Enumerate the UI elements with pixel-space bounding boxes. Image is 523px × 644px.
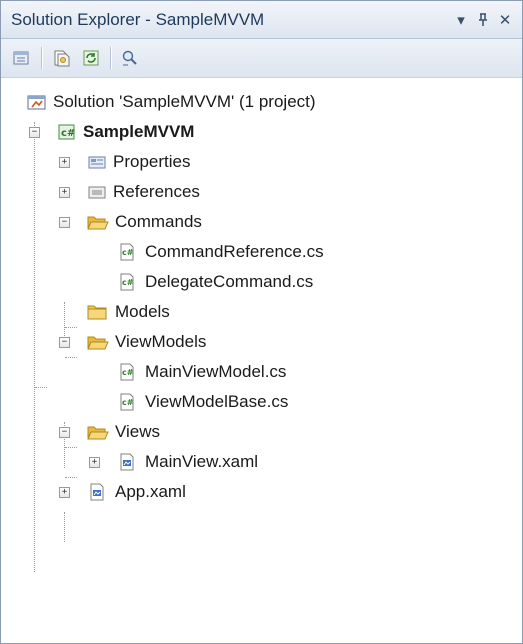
xaml-file-icon [87, 483, 107, 501]
tree-item-label: References [113, 182, 200, 201]
tree-item-models-folder[interactable]: Models [1, 297, 522, 327]
tree-connector [64, 512, 65, 542]
tree-item-label: Commands [115, 212, 202, 231]
tree-item-label: CommandReference.cs [145, 242, 324, 261]
open-folder-icon [87, 423, 109, 441]
svg-text:c#: c# [61, 128, 75, 139]
csharp-file-icon: c# [117, 243, 137, 261]
properties-icon[interactable] [9, 45, 35, 71]
close-icon[interactable]: ✕ [494, 9, 516, 31]
tree-item-label: MainView.xaml [145, 452, 259, 471]
tree-item-label: Properties [113, 152, 191, 171]
pin-icon[interactable] [472, 9, 494, 31]
tree-item-label: MainViewModel.cs [145, 362, 287, 381]
refresh-icon[interactable] [78, 45, 104, 71]
folder-icon [87, 303, 107, 321]
collapse-toggle[interactable]: − [59, 427, 70, 438]
tree-item-label: ViewModelBase.cs [145, 392, 289, 411]
references-folder-icon [87, 183, 107, 201]
solution-icon [27, 93, 47, 111]
csharp-file-icon: c# [117, 363, 137, 381]
tree-item-solution[interactable]: Solution 'SampleMVVM' (1 project) [1, 87, 522, 117]
svg-text:c#: c# [122, 398, 134, 407]
show-all-files-icon[interactable] [48, 45, 74, 71]
expand-toggle[interactable]: + [89, 457, 100, 468]
tree-item-file[interactable]: c# CommandReference.cs [1, 237, 522, 267]
toolbar-separator [110, 47, 111, 69]
open-folder-icon [87, 333, 109, 351]
tree-item-project[interactable]: − c# SampleMVVM [1, 117, 522, 147]
tree-item-label: Solution 'SampleMVVM' (1 project) [53, 92, 316, 111]
tree-item-label: ViewModels [115, 332, 207, 351]
csharp-file-icon: c# [117, 393, 137, 411]
class-diagram-icon[interactable] [117, 45, 143, 71]
expand-toggle[interactable]: + [59, 487, 70, 498]
svg-text:c#: c# [122, 368, 134, 377]
title-bar: Solution Explorer - SampleMVVM ▾ ✕ [1, 1, 522, 39]
toolbar [1, 39, 522, 78]
tree-item-file[interactable]: c# ViewModelBase.cs [1, 387, 522, 417]
tree-item-file[interactable]: c# DelegateCommand.cs [1, 267, 522, 297]
tree-item-references[interactable]: + References [1, 177, 522, 207]
xaml-file-icon [117, 453, 137, 471]
tree-item-file[interactable]: + App.xaml [1, 477, 522, 507]
expand-toggle[interactable]: + [59, 157, 70, 168]
tree-item-label: Models [115, 302, 170, 321]
tree-item-label: App.xaml [115, 482, 186, 501]
csharp-file-icon: c# [117, 273, 137, 291]
open-folder-icon [87, 213, 109, 231]
tree-item-label: Views [115, 422, 161, 441]
solution-tree: Solution 'SampleMVVM' (1 project) − c# S… [1, 78, 522, 572]
tree-item-commands-folder[interactable]: − Commands [1, 207, 522, 237]
svg-text:c#: c# [122, 248, 134, 257]
tree-item-label: DelegateCommand.cs [145, 272, 314, 291]
solution-explorer-panel: Solution Explorer - SampleMVVM ▾ ✕ Solut… [0, 0, 523, 644]
window-position-dropdown-icon[interactable]: ▾ [450, 9, 472, 31]
collapse-toggle[interactable]: − [29, 127, 40, 138]
tree-item-viewmodels-folder[interactable]: − ViewModels [1, 327, 522, 357]
collapse-toggle[interactable]: − [59, 337, 70, 348]
tree-item-views-folder[interactable]: − Views [1, 417, 522, 447]
expand-toggle[interactable]: + [59, 187, 70, 198]
toolbar-separator [41, 47, 42, 69]
tree-item-file[interactable]: c# MainViewModel.cs [1, 357, 522, 387]
csharp-project-icon: c# [57, 123, 77, 141]
collapse-toggle[interactable]: − [59, 217, 70, 228]
svg-text:c#: c# [122, 278, 134, 287]
tree-item-file[interactable]: + MainView.xaml [1, 447, 522, 477]
tree-item-label: SampleMVVM [83, 122, 195, 141]
window-title: Solution Explorer - SampleMVVM [11, 9, 265, 29]
tree-item-properties[interactable]: + Properties [1, 147, 522, 177]
properties-folder-icon [87, 153, 107, 171]
